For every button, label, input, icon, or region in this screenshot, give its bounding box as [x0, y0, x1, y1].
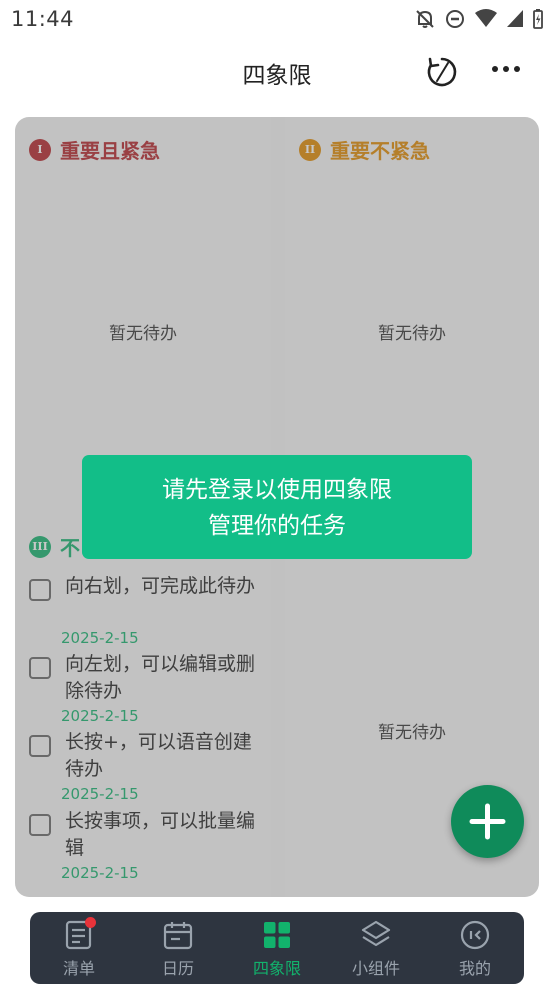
notification-badge [85, 917, 96, 928]
do-not-disturb-icon [446, 10, 464, 28]
profile-icon [460, 920, 490, 950]
nav-item-label: 四象限 [252, 959, 301, 978]
status-bar: 11:44 [0, 0, 554, 38]
wifi-icon [475, 9, 497, 27]
nav-item-widgets[interactable]: 小组件 [327, 912, 425, 984]
nav-item-list[interactable]: 清单 [30, 912, 128, 984]
nav-item-label: 清单 [62, 959, 95, 978]
toast-line-2: 管理你的任务 [208, 513, 346, 539]
login-toast: 请先登录以使用四象限 管理你的任务 [82, 455, 472, 559]
plus-icon [469, 803, 506, 840]
notifications-off-icon [416, 10, 434, 28]
status-time: 11:44 [11, 7, 75, 31]
app-header: 四象限 [0, 42, 554, 100]
nav-item-label: 小组件 [351, 959, 400, 978]
more-icon[interactable] [489, 56, 523, 88]
quadrant-icon [264, 922, 290, 948]
status-icons [414, 8, 544, 30]
battery-icon [533, 9, 543, 29]
nav-item-calendar[interactable]: 日历 [129, 912, 227, 984]
page-title: 四象限 [242, 63, 312, 89]
add-task-button[interactable] [451, 785, 524, 858]
toast-line-1: 请先登录以使用四象限 [162, 477, 392, 503]
sync-icon[interactable] [426, 56, 458, 88]
nav-item-label: 我的 [458, 959, 491, 978]
nav-item-quadrant[interactable]: 四象限 [228, 912, 326, 984]
nav-item-label: 日历 [161, 959, 194, 978]
signal-icon [507, 10, 523, 27]
bottom-nav: 清单 日历 四象限 小组件 我的 [30, 912, 524, 984]
widget-layers-icon [361, 920, 391, 947]
nav-item-profile[interactable]: 我的 [426, 912, 524, 984]
calendar-icon [163, 922, 193, 950]
